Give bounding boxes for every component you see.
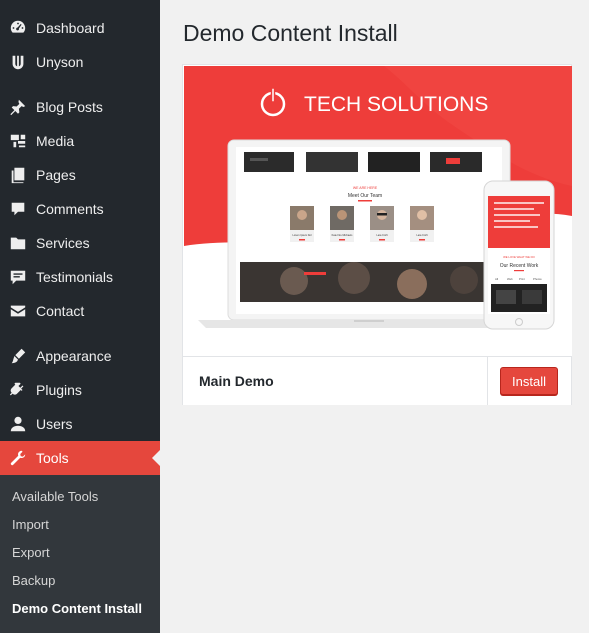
- unyson-icon: [9, 53, 27, 71]
- team-name-1: Lorem Ipsum Dol: [292, 234, 311, 237]
- sidebar-item-label: Unyson: [36, 54, 84, 70]
- demo-card-footer: Main Demo Install: [183, 356, 571, 405]
- sidebar-item-services[interactable]: Services: [0, 226, 160, 260]
- folder-icon: [9, 234, 27, 252]
- preview-brand: TECH SOLUTIONS: [304, 93, 488, 116]
- testimonials-icon: [9, 268, 27, 286]
- wrench-icon: [9, 449, 27, 467]
- mobile-tab-web: Web: [507, 277, 513, 281]
- mobile-tab-print: Print: [519, 277, 525, 281]
- submenu-item-export[interactable]: Export: [12, 545, 50, 560]
- pages-icon: [9, 166, 27, 184]
- sidebar-item-contact[interactable]: Contact: [0, 294, 160, 328]
- team-name-4: Lara Croft: [416, 234, 427, 237]
- footer-divider: [487, 357, 488, 405]
- team-name-2: Kate Fire Michaels: [332, 234, 353, 237]
- sidebar-item-users[interactable]: Users: [0, 407, 160, 441]
- envelope-icon: [9, 302, 27, 320]
- sidebar-item-comments[interactable]: Comments: [0, 192, 160, 226]
- team-name-3: Lara Croft: [376, 234, 387, 237]
- preview-section-title: Meet Our Team: [348, 193, 382, 199]
- sidebar-item-label: Contact: [36, 303, 85, 319]
- sidebar-item-testimonials[interactable]: Testimonials: [0, 260, 160, 294]
- sidebar-item-media[interactable]: Media: [0, 124, 160, 158]
- sidebar-item-unyson[interactable]: Unyson: [0, 45, 160, 79]
- sidebar-item-label: Comments: [36, 201, 104, 217]
- page-title: Demo Content Install: [183, 20, 398, 46]
- sidebar-item-blog-posts[interactable]: Blog Posts: [0, 90, 160, 124]
- pin-icon: [9, 98, 27, 116]
- media-icon: [9, 132, 27, 150]
- plug-icon: [9, 381, 27, 399]
- sidebar-item-label: Services: [36, 235, 90, 251]
- demo-preview-image: TECH SOLUTIONS WE ARE HERE Meet Our Team…: [184, 66, 572, 356]
- mobile-section-small: WE LOVE WHAT WE DO: [503, 255, 536, 259]
- submenu-item-demo-content-install[interactable]: Demo Content Install: [12, 601, 142, 616]
- admin-sidebar: Dashboard Unyson Blog Posts Media Pages …: [0, 0, 160, 633]
- sidebar-item-label: Dashboard: [36, 20, 105, 36]
- sidebar-item-label: Plugins: [36, 382, 82, 398]
- sidebar-item-pages[interactable]: Pages: [0, 158, 160, 192]
- sidebar-item-label: Users: [36, 416, 73, 432]
- sidebar-item-label: Tools: [36, 450, 69, 466]
- sidebar-item-label: Pages: [36, 167, 76, 183]
- user-icon: [9, 415, 27, 433]
- sidebar-item-plugins[interactable]: Plugins: [0, 373, 160, 407]
- tools-submenu: Available Tools Import Export Backup Dem…: [0, 475, 160, 633]
- submenu-item-backup[interactable]: Backup: [12, 573, 55, 588]
- mobile-tab-all: All: [495, 277, 498, 281]
- mobile-tab-photos: Photos: [533, 277, 542, 281]
- brush-icon: [9, 347, 27, 365]
- install-button[interactable]: Install: [500, 367, 558, 395]
- submenu-item-available-tools[interactable]: Available Tools: [12, 489, 98, 504]
- sidebar-item-dashboard[interactable]: Dashboard: [0, 11, 160, 45]
- submenu-item-import[interactable]: Import: [12, 517, 49, 532]
- sidebar-item-appearance[interactable]: Appearance: [0, 339, 160, 373]
- demo-name: Main Demo: [199, 373, 274, 389]
- sidebar-item-label: Appearance: [36, 348, 112, 364]
- sidebar-item-tools[interactable]: Tools: [0, 441, 160, 475]
- demo-card: TECH SOLUTIONS WE ARE HERE Meet Our Team…: [182, 64, 572, 405]
- comments-icon: [9, 200, 27, 218]
- mobile-section-title: Our Recent Work: [500, 263, 539, 269]
- dashboard-icon: [9, 19, 27, 37]
- sidebar-item-label: Blog Posts: [36, 99, 103, 115]
- sidebar-item-label: Media: [36, 133, 75, 149]
- preview-section-small: WE ARE HERE: [353, 186, 378, 190]
- sidebar-item-label: Testimonials: [36, 269, 114, 285]
